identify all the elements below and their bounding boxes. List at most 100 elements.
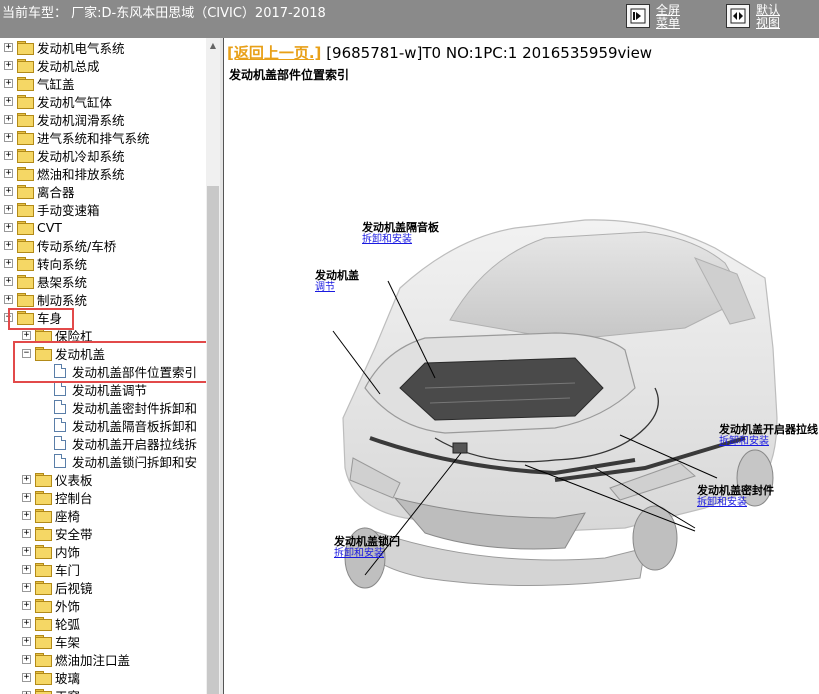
- default-view-label[interactable]: 默认视图: [756, 4, 782, 30]
- tree-item[interactable]: + 发动机气缸体: [4, 92, 112, 110]
- expand-icon[interactable]: +: [22, 672, 31, 682]
- tree-item[interactable]: + 发动机电气系统: [4, 38, 125, 56]
- expand-icon[interactable]: +: [4, 96, 13, 106]
- tree-item[interactable]: + 手动变速箱: [4, 200, 100, 218]
- tree-item[interactable]: + 燃油加注口盖: [22, 650, 130, 668]
- expand-icon[interactable]: +: [22, 564, 31, 574]
- tree-item-label[interactable]: 气缸盖: [37, 74, 75, 93]
- tree-item[interactable]: + 控制台: [22, 488, 93, 506]
- expand-icon[interactable]: +: [22, 618, 31, 628]
- tree-item[interactable]: + 燃油和排放系统: [4, 164, 125, 182]
- tree-item-label[interactable]: 制动系统: [37, 290, 87, 309]
- expand-icon[interactable]: +: [22, 600, 31, 610]
- expand-icon[interactable]: +: [22, 510, 31, 520]
- tree-item[interactable]: + 轮弧: [22, 614, 80, 632]
- expand-icon[interactable]: +: [22, 474, 31, 484]
- expand-icon[interactable]: +: [4, 60, 13, 70]
- tree-item-label[interactable]: 内饰: [55, 542, 80, 561]
- tree-item[interactable]: 发动机盖开启器拉线拆: [54, 434, 197, 452]
- default-view-button[interactable]: 默认视图: [726, 4, 782, 32]
- tree-item[interactable]: + 玻璃: [22, 668, 80, 686]
- tree-item-label[interactable]: 控制台: [55, 488, 93, 507]
- expand-icon[interactable]: +: [4, 276, 13, 286]
- tree-item-label[interactable]: 车架: [55, 632, 80, 651]
- tree-scrollbar[interactable]: ▲: [206, 38, 220, 694]
- expand-icon[interactable]: +: [4, 240, 13, 250]
- scroll-up-arrow-icon[interactable]: ▲: [206, 38, 220, 52]
- tree-item-label[interactable]: 后视镜: [55, 578, 93, 597]
- tree-item-label[interactable]: 手动变速箱: [37, 200, 100, 219]
- tree-item-label[interactable]: 进气系统和排气系统: [37, 128, 150, 147]
- tree-item-label[interactable]: 车门: [55, 560, 80, 579]
- expand-icon[interactable]: +: [4, 150, 13, 160]
- callout-hood-seal-link[interactable]: 拆卸和安装: [697, 497, 774, 508]
- expand-icon[interactable]: +: [4, 222, 13, 232]
- tree-item-label[interactable]: 外饰: [55, 596, 80, 615]
- tree-item-label[interactable]: 燃油和排放系统: [37, 164, 125, 183]
- expand-icon[interactable]: +: [4, 294, 13, 304]
- expand-icon[interactable]: +: [4, 132, 13, 142]
- tree-item-label[interactable]: 发动机电气系统: [37, 38, 125, 57]
- tree-item-label[interactable]: CVT: [37, 220, 62, 235]
- tree-item-label[interactable]: 轮弧: [55, 614, 80, 633]
- tree-item[interactable]: + 车门: [22, 560, 80, 578]
- tree-item[interactable]: + 内饰: [22, 542, 80, 560]
- tree-item-label[interactable]: 悬架系统: [37, 272, 87, 291]
- expand-icon[interactable]: +: [4, 168, 13, 178]
- pane-splitter[interactable]: [220, 38, 224, 694]
- tree-item-label[interactable]: 天窗: [55, 686, 80, 694]
- tree-item-label[interactable]: 传动系统/车桥: [37, 236, 116, 255]
- tree-item-label[interactable]: 离合器: [37, 182, 75, 201]
- tree-item[interactable]: + 天窗: [22, 686, 80, 694]
- tree-item[interactable]: + 仪表板: [22, 470, 93, 488]
- expand-icon[interactable]: +: [4, 258, 13, 268]
- tree-item-label[interactable]: 发动机盖隔音板拆卸和: [72, 416, 197, 435]
- expand-icon[interactable]: +: [22, 330, 31, 340]
- tree-item[interactable]: + 发动机润滑系统: [4, 110, 125, 128]
- tree-item[interactable]: 发动机盖锁闩拆卸和安: [54, 452, 197, 470]
- fullscreen-menu-button[interactable]: 全屏菜单: [626, 4, 682, 32]
- tree-item[interactable]: + 制动系统: [4, 290, 87, 308]
- tree-item[interactable]: + 外饰: [22, 596, 80, 614]
- expand-icon[interactable]: +: [22, 636, 31, 646]
- tree-item[interactable]: + 座椅: [22, 506, 80, 524]
- tree-item[interactable]: + CVT: [4, 218, 62, 236]
- scrollbar-thumb[interactable]: [207, 186, 219, 694]
- tree-item-label[interactable]: 发动机盖锁闩拆卸和安: [72, 452, 197, 471]
- tree-item[interactable]: + 发动机冷却系统: [4, 146, 125, 164]
- tree-item-label[interactable]: 发动机气缸体: [37, 92, 112, 111]
- tree-item-label[interactable]: 发动机润滑系统: [37, 110, 125, 129]
- expand-icon[interactable]: +: [4, 78, 13, 88]
- expand-icon[interactable]: +: [22, 492, 31, 502]
- tree-item-label[interactable]: 仪表板: [55, 470, 93, 489]
- tree-item[interactable]: + 转向系统: [4, 254, 87, 272]
- tree-item[interactable]: + 气缸盖: [4, 74, 75, 92]
- tree-item[interactable]: + 进气系统和排气系统: [4, 128, 150, 146]
- tree-item[interactable]: + 安全带: [22, 524, 93, 542]
- tree-item[interactable]: 发动机盖隔音板拆卸和: [54, 416, 197, 434]
- tree-item-label[interactable]: 发动机盖密封件拆卸和: [72, 398, 197, 417]
- tree-item-label[interactable]: 座椅: [55, 506, 80, 525]
- tree-item-label[interactable]: 发动机总成: [37, 56, 100, 75]
- tree-item[interactable]: + 悬架系统: [4, 272, 87, 290]
- expand-icon[interactable]: +: [4, 186, 13, 196]
- tree-item[interactable]: + 发动机总成: [4, 56, 100, 74]
- back-link[interactable]: [返回上一页.]: [227, 44, 321, 62]
- tree-item[interactable]: + 后视镜: [22, 578, 93, 596]
- tree-item-label[interactable]: 玻璃: [55, 668, 80, 687]
- tree-item-label[interactable]: 发动机盖开启器拉线拆: [72, 434, 197, 453]
- callout-hood-link[interactable]: 调节: [315, 282, 359, 293]
- callout-opener-cable-link[interactable]: 拆卸和安装: [719, 436, 818, 447]
- expand-icon[interactable]: +: [4, 42, 13, 52]
- tree-item-label[interactable]: 安全带: [55, 524, 93, 543]
- expand-icon[interactable]: +: [22, 654, 31, 664]
- expand-icon[interactable]: +: [4, 114, 13, 124]
- expand-icon[interactable]: +: [22, 690, 31, 694]
- tree-item-label[interactable]: 转向系统: [37, 254, 87, 273]
- tree-item-label[interactable]: 燃油加注口盖: [55, 650, 130, 669]
- tree-item[interactable]: + 传动系统/车桥: [4, 236, 116, 254]
- callout-hood-insulator-link[interactable]: 拆卸和安装: [362, 234, 439, 245]
- tree-item[interactable]: + 车架: [22, 632, 80, 650]
- expand-icon[interactable]: +: [22, 546, 31, 556]
- expand-icon[interactable]: +: [4, 204, 13, 214]
